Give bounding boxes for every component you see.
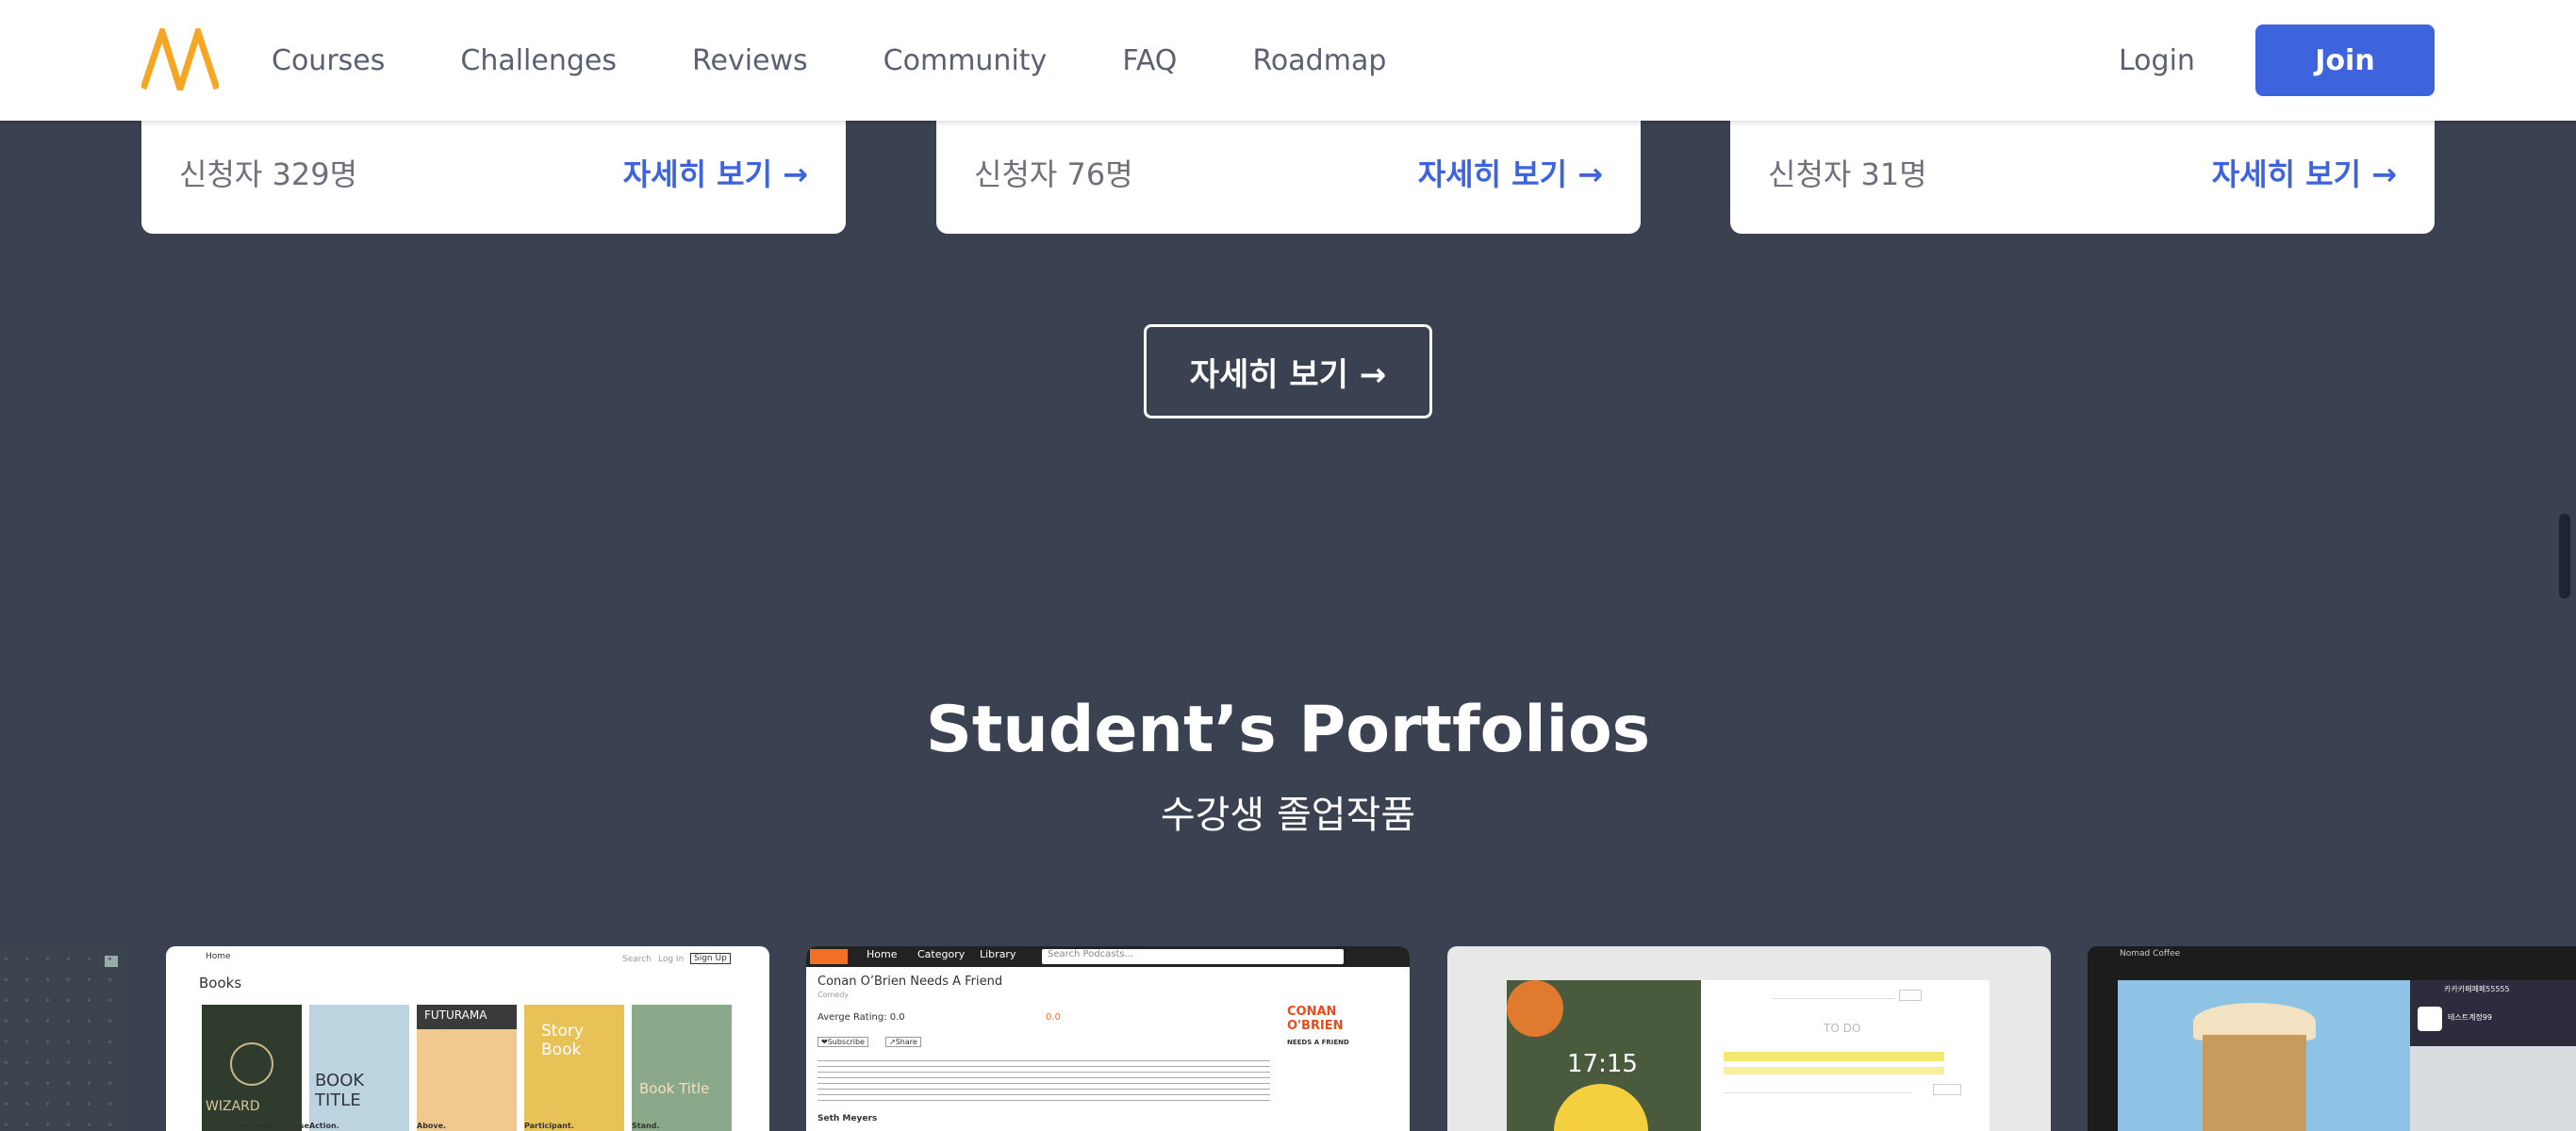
nav-reviews[interactable]: Reviews — [692, 44, 808, 77]
book-cover: WIZARD — [202, 1005, 302, 1131]
challenge-card: 신청자 76명 자세히 보기 → — [936, 113, 1641, 234]
nomad-logo-icon[interactable] — [141, 28, 219, 90]
todo-panel: TO DO — [1701, 980, 1990, 1131]
applicant-count: 신청자 31명 — [1768, 156, 1927, 192]
login-link[interactable]: Login — [2119, 0, 2195, 121]
mini-nav-search: Search — [622, 955, 652, 964]
mini-nav-signup: Sign Up — [690, 953, 731, 964]
portfolio-thumbnail[interactable]: 17:15 TO DO — [1447, 946, 2051, 1131]
applicant-count: 신청자 329명 — [179, 156, 358, 192]
mini-heading: Books — [199, 975, 242, 992]
top-navbar: Courses Challenges Reviews Community FAQ… — [0, 0, 2576, 121]
mini-nav-home: Home — [206, 952, 231, 961]
join-button[interactable]: Join — [2255, 25, 2435, 96]
book-cover: BOOK TITLE — [309, 1005, 409, 1131]
book-cover: Story Book — [524, 1005, 624, 1131]
photo-panel: 17:15 — [1507, 980, 1701, 1131]
challenge-card: 신청자 31명 자세히 보기 → — [1730, 113, 2435, 234]
portfolio-thumbnail[interactable] — [0, 946, 127, 1131]
side-panel: 카카카페페페55555 테스트계정99 — [2410, 980, 2576, 1131]
book-cover: Book Title — [632, 1005, 732, 1131]
nav-courses[interactable]: Courses — [272, 44, 385, 77]
scrollbar-thumb[interactable] — [2559, 514, 2570, 598]
card-details-link[interactable]: 자세히 보기 → — [2212, 151, 2397, 194]
nav-challenges[interactable]: Challenges — [460, 44, 617, 77]
section-subtitle: 수강생 졸업작품 — [1160, 794, 1416, 837]
see-more-button[interactable]: 자세히 보기 → — [1144, 324, 1432, 418]
applicant-count: 신청자 76명 — [974, 156, 1133, 192]
nav-faq[interactable]: FAQ — [1122, 44, 1177, 77]
portfolio-thumbnail[interactable]: Nomad Coffee 카카카페페페55555 테스트계정99 — [2088, 946, 2576, 1131]
mini-topbar: Home Category Library Search Podcasts... — [806, 946, 1410, 967]
card-details-link[interactable]: 자세히 보기 → — [623, 151, 808, 194]
portfolio-thumbnail[interactable]: Home Search Log In Sign Up Books WIZARD … — [166, 946, 769, 1131]
nav-community[interactable]: Community — [883, 44, 1048, 77]
coffee-photo — [2118, 980, 2410, 1131]
nav-roadmap[interactable]: Roadmap — [1252, 44, 1386, 77]
mini-nav-login: Log In — [658, 955, 685, 964]
section-title: Student’s Portfolios — [925, 693, 1651, 767]
challenge-card: 신청자 329명 자세히 보기 → — [141, 113, 846, 234]
portfolio-thumbnail[interactable]: Home Category Library Search Podcasts...… — [806, 946, 1410, 1131]
card-details-link[interactable]: 자세히 보기 → — [1418, 151, 1603, 194]
book-cover: FUTURAMA — [417, 1005, 517, 1131]
cloud-logo-icon — [810, 949, 848, 964]
main-nav: Courses Challenges Reviews Community FAQ… — [272, 0, 1461, 121]
